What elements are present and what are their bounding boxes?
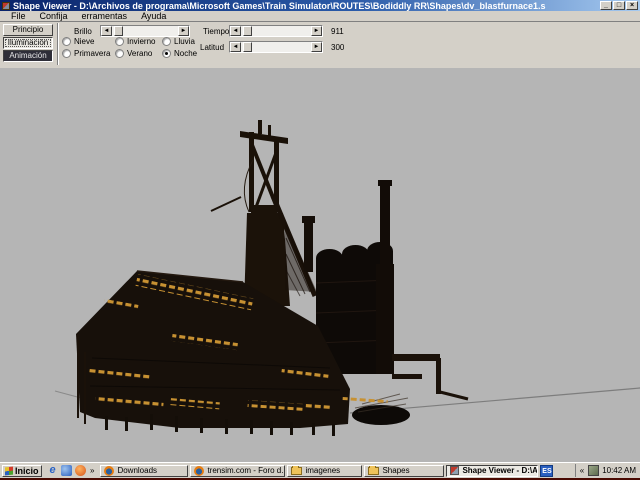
- alert-icon[interactable]: [75, 465, 86, 476]
- window-controls: _ □ ×: [600, 1, 638, 10]
- app-icon: [2, 2, 10, 10]
- windows-flag-icon: [5, 466, 13, 475]
- slider-left-arrow-icon[interactable]: ◄: [101, 26, 112, 36]
- tray-chevron-icon[interactable]: «: [579, 466, 585, 475]
- tiempo-label: Tiempo: [203, 27, 229, 36]
- start-button[interactable]: Inicio: [2, 465, 42, 477]
- tiempo-slider[interactable]: ◄ ►: [229, 25, 323, 37]
- animacion-button[interactable]: Animación: [3, 50, 53, 62]
- radio-primavera[interactable]: Primavera: [62, 49, 110, 58]
- task-shape-viewer[interactable]: Shape Viewer - D:\A...: [446, 465, 538, 477]
- slider-left-arrow-icon[interactable]: ◄: [230, 42, 241, 52]
- firefox-icon: [104, 466, 114, 476]
- radio-icon: [62, 49, 71, 58]
- folder-icon: [368, 467, 379, 475]
- messenger-icon[interactable]: [61, 465, 72, 476]
- overflow-chevron-icon[interactable]: »: [89, 466, 95, 475]
- taskbar: Inicio e » Downloads trensim.com - Foro …: [0, 462, 640, 478]
- principio-button[interactable]: Principio: [3, 24, 53, 36]
- radio-icon: [162, 37, 171, 46]
- shape-viewer-icon: [450, 466, 459, 475]
- brillo-label: Brillo: [74, 27, 92, 36]
- radio-lluvia[interactable]: Lluvia: [162, 37, 195, 46]
- slider-right-arrow-icon[interactable]: ►: [311, 42, 322, 52]
- maximize-button[interactable]: □: [613, 1, 625, 10]
- menu-bar: File Confija erramentas Ayuda: [0, 11, 640, 22]
- menu-config[interactable]: Confija: [33, 11, 75, 21]
- tiempo-slider-thumb[interactable]: [243, 26, 252, 36]
- latitud-slider-track[interactable]: [241, 42, 311, 52]
- radio-selected-icon: [162, 49, 171, 58]
- slider-left-arrow-icon[interactable]: ◄: [230, 26, 241, 36]
- brillo-slider-thumb[interactable]: [114, 26, 123, 36]
- radio-nieve[interactable]: Nieve: [62, 37, 94, 46]
- brillo-slider[interactable]: ◄ ►: [100, 25, 190, 37]
- minimize-button[interactable]: _: [600, 1, 612, 10]
- title-bar[interactable]: Shape Viewer - D:\Archivos de programa\M…: [0, 0, 640, 11]
- close-button[interactable]: ×: [626, 1, 638, 10]
- internet-explorer-icon[interactable]: e: [47, 465, 58, 476]
- task-imagenes[interactable]: imagenes: [287, 465, 362, 477]
- menu-tools[interactable]: erramentas: [75, 11, 135, 21]
- window-title: Shape Viewer - D:\Archivos de programa\M…: [13, 1, 598, 11]
- radio-noche[interactable]: Noche: [162, 49, 197, 58]
- taskbar-clock[interactable]: 10:42 AM: [602, 466, 638, 475]
- task-downloads[interactable]: Downloads: [100, 465, 188, 477]
- menu-help[interactable]: Ayuda: [134, 11, 173, 21]
- model-viewport[interactable]: [0, 68, 640, 462]
- toolbar-separator: [57, 23, 59, 65]
- task-trensim[interactable]: trensim.com - Foro d...: [190, 465, 285, 477]
- firefox-icon: [194, 466, 204, 476]
- slider-right-arrow-icon[interactable]: ►: [178, 26, 189, 36]
- blast-furnace-model: [0, 68, 640, 462]
- latitud-slider[interactable]: ◄ ►: [229, 41, 323, 53]
- iluminacion-button[interactable]: Iluminación: [3, 37, 53, 49]
- latitud-value: 300: [331, 43, 344, 52]
- radio-icon: [115, 49, 124, 58]
- latitud-slider-thumb[interactable]: [243, 42, 252, 52]
- tiempo-slider-track[interactable]: [241, 26, 311, 36]
- radio-icon: [62, 37, 71, 46]
- system-tray: « 10:42 AM: [575, 464, 638, 477]
- slider-right-arrow-icon[interactable]: ►: [311, 26, 322, 36]
- radio-invierno[interactable]: Invierno: [115, 37, 155, 46]
- tray-icon[interactable]: [588, 465, 599, 476]
- folder-icon: [291, 467, 302, 475]
- language-indicator[interactable]: ES: [540, 465, 553, 477]
- tiempo-value: 911: [331, 27, 344, 36]
- toolbar: Principio Iluminación Animación Brillo ◄…: [0, 22, 640, 68]
- latitud-label: Latitud: [200, 43, 224, 52]
- radio-verano[interactable]: Verano: [115, 49, 152, 58]
- brillo-slider-track[interactable]: [112, 26, 178, 36]
- quick-launch: e »: [44, 465, 98, 476]
- start-label: Inicio: [15, 466, 39, 476]
- task-shapes[interactable]: Shapes: [364, 465, 444, 477]
- menu-file[interactable]: File: [4, 11, 33, 21]
- radio-icon: [115, 37, 124, 46]
